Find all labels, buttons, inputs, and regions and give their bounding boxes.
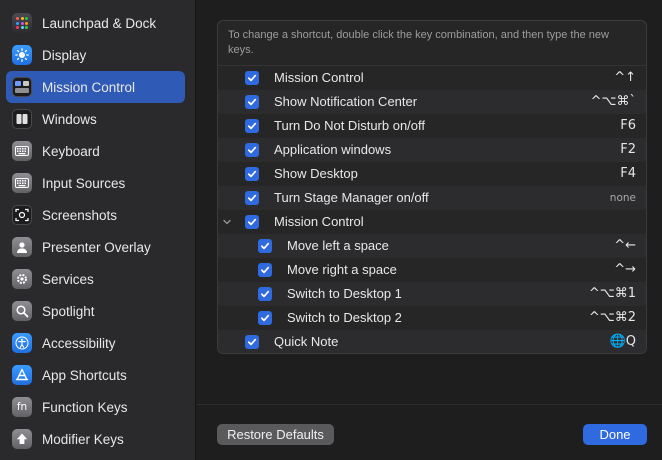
sidebar-item-label: Services	[42, 271, 94, 287]
shortcut-label: Turn Do Not Disturb on/off	[274, 118, 426, 133]
shortcut-label: Show Notification Center	[274, 94, 418, 109]
shortcut-key[interactable]: ^⌥⌘2	[589, 310, 636, 325]
shortcut-row[interactable]: Show Desktop F4	[218, 162, 646, 186]
modifier-keys-icon	[12, 429, 32, 449]
chevron-down-icon[interactable]	[222, 217, 232, 227]
sidebar-item-services[interactable]: Services	[6, 263, 185, 295]
main-panel: To change a shortcut, double click the k…	[197, 0, 662, 460]
sidebar-item-modifier-keys[interactable]: Modifier Keys	[6, 423, 185, 455]
sidebar-item-label: Function Keys	[42, 399, 128, 415]
screenshots-icon	[12, 205, 32, 225]
shortcut-key[interactable]: F2	[620, 142, 636, 157]
bottom-divider	[197, 404, 662, 405]
shortcut-checkbox[interactable]	[258, 239, 272, 253]
sidebar-item-presenter-overlay[interactable]: Presenter Overlay	[6, 231, 185, 263]
sidebar-item-mission-control[interactable]: Mission Control	[6, 71, 185, 103]
sidebar-item-label: Spotlight	[42, 303, 95, 319]
shortcut-checkbox[interactable]	[245, 95, 259, 109]
mission-control-icon	[12, 77, 32, 97]
shortcut-key[interactable]: ^↑	[614, 70, 636, 85]
shortcut-label: Switch to Desktop 2	[287, 310, 402, 325]
shortcut-row[interactable]: Quick Note 🌐Q	[218, 330, 646, 353]
sidebar-item-label: Windows	[42, 111, 97, 127]
shortcut-checkbox[interactable]	[258, 263, 272, 277]
sidebar-item-label: Display	[42, 47, 87, 63]
shortcut-row[interactable]: Turn Do Not Disturb on/off F6	[218, 114, 646, 138]
shortcut-checkbox[interactable]	[245, 143, 259, 157]
shortcut-row[interactable]: Switch to Desktop 2 ^⌥⌘2	[218, 306, 646, 330]
sidebar-item-display[interactable]: Display	[6, 39, 185, 71]
sidebar-item-screenshots[interactable]: Screenshots	[6, 199, 185, 231]
shortcut-row[interactable]: Switch to Desktop 1 ^⌥⌘1	[218, 282, 646, 306]
shortcut-key[interactable]: none	[610, 192, 636, 204]
shortcut-row[interactable]: Move right a space ^→	[218, 258, 646, 282]
sidebar-item-input-sources[interactable]: Input Sources	[6, 167, 185, 199]
shortcut-hint: To change a shortcut, double click the k…	[218, 21, 646, 66]
shortcut-key[interactable]: ^⌥⌘`	[591, 94, 636, 109]
shortcut-key[interactable]: ^⌥⌘1	[589, 286, 636, 301]
keyboard-icon	[12, 141, 32, 161]
services-icon	[12, 269, 32, 289]
shortcut-label: Move left a space	[287, 238, 389, 253]
sidebar-item-windows[interactable]: Windows	[6, 103, 185, 135]
shortcut-checkbox[interactable]	[245, 215, 259, 229]
sidebar-item-label: Keyboard	[42, 143, 100, 159]
shortcut-key[interactable]: F6	[620, 118, 636, 133]
shortcut-label: Mission Control	[274, 70, 364, 85]
shortcut-checkbox[interactable]	[245, 191, 259, 205]
sidebar-item-launchpad[interactable]: Launchpad & Dock	[6, 7, 185, 39]
sidebar-item-app-shortcuts[interactable]: App Shortcuts	[6, 359, 185, 391]
sidebar-item-spotlight[interactable]: Spotlight	[6, 295, 185, 327]
sidebar-item-label: Launchpad & Dock	[42, 15, 157, 31]
sidebar-item-label: Mission Control	[42, 79, 136, 95]
shortcut-row[interactable]: Mission Control	[218, 210, 646, 234]
launchpad-icon	[12, 13, 32, 33]
shortcut-list: To change a shortcut, double click the k…	[217, 20, 647, 354]
shortcut-label: Turn Stage Manager on/off	[274, 190, 429, 205]
shortcut-row[interactable]: Turn Stage Manager on/off none	[218, 186, 646, 210]
sidebar-item-function-keys[interactable]: fn Function Keys	[6, 391, 185, 423]
restore-defaults-button[interactable]: Restore Defaults	[217, 424, 334, 445]
shortcut-checkbox[interactable]	[245, 167, 259, 181]
sidebar-item-label: Input Sources	[42, 175, 126, 191]
sidebar-item-label: Modifier Keys	[42, 431, 124, 447]
shortcut-label: Mission Control	[274, 214, 364, 229]
sidebar-item-accessibility[interactable]: Accessibility	[6, 327, 185, 359]
sidebar-item-label: Screenshots	[42, 207, 118, 223]
app-shortcuts-icon	[12, 365, 32, 385]
sidebar-item-label: Presenter Overlay	[42, 239, 151, 255]
shortcut-key[interactable]: ^→	[614, 262, 636, 277]
accessibility-icon	[12, 333, 32, 353]
shortcut-label: Move right a space	[287, 262, 397, 277]
shortcut-row[interactable]: Mission Control ^↑	[218, 66, 646, 90]
display-icon	[12, 45, 32, 65]
sidebar-item-label: Accessibility	[42, 335, 116, 351]
shortcut-row[interactable]: Show Notification Center ^⌥⌘`	[218, 90, 646, 114]
shortcut-checkbox[interactable]	[258, 287, 272, 301]
shortcut-label: Switch to Desktop 1	[287, 286, 402, 301]
input-sources-icon	[12, 173, 32, 193]
shortcut-checkbox[interactable]	[245, 119, 259, 133]
shortcut-row[interactable]: Application windows F2	[218, 138, 646, 162]
shortcut-row[interactable]: Move left a space ^←	[218, 234, 646, 258]
done-button[interactable]: Done	[583, 424, 647, 445]
shortcut-key[interactable]: ^←	[614, 238, 636, 253]
shortcut-checkbox[interactable]	[258, 311, 272, 325]
sidebar-item-keyboard[interactable]: Keyboard	[6, 135, 185, 167]
shortcut-label: Quick Note	[274, 334, 339, 349]
presenter-overlay-icon	[12, 237, 32, 257]
function-keys-icon: fn	[12, 397, 32, 417]
windows-icon	[12, 109, 32, 129]
sidebar-item-label: App Shortcuts	[42, 367, 127, 383]
shortcut-key[interactable]: 🌐Q	[610, 334, 636, 349]
shortcut-key[interactable]: F4	[620, 166, 636, 181]
spotlight-icon	[12, 301, 32, 321]
shortcut-checkbox[interactable]	[245, 335, 259, 349]
shortcut-checkbox[interactable]	[245, 71, 259, 85]
sidebar: Launchpad & Dock Display Mission Control…	[0, 0, 196, 460]
shortcut-label: Application windows	[274, 142, 392, 157]
shortcut-label: Show Desktop	[274, 166, 358, 181]
